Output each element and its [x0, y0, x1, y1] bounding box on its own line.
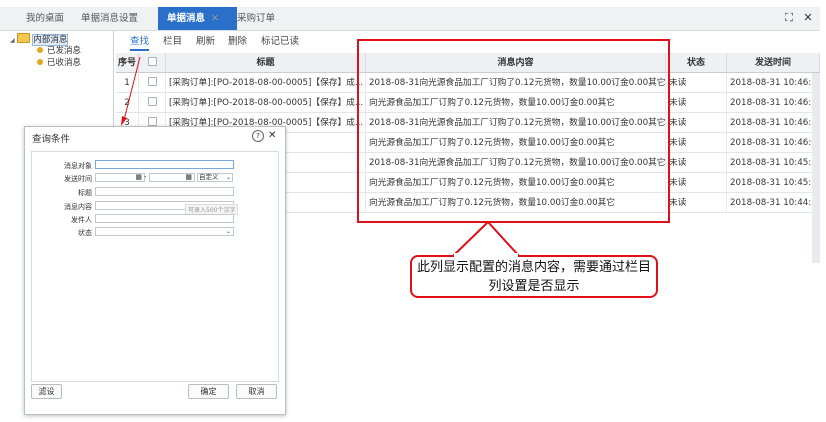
field-label-title: 标题 — [78, 189, 92, 197]
start-date-input[interactable]: ▦ — [95, 173, 145, 182]
calendar-icon[interactable]: ▦ — [185, 173, 192, 181]
query-dialog: 查询条件 ? ✕ 消息对象 发送时间 ▦ - ▦ 自定义 ⌄ 标题 消息内容 可录… — [24, 126, 286, 415]
dialog-form-area — [31, 151, 279, 382]
close-icon[interactable]: ✕ — [268, 130, 276, 141]
target-input[interactable] — [95, 160, 234, 169]
field-label-target: 消息对象 — [64, 162, 92, 170]
end-date-input[interactable]: ▦ — [149, 173, 195, 182]
annotation-callout: 此列显示配置的消息内容，需要通过栏目列设置是否显示 — [410, 255, 658, 298]
pointer-arrowhead — [121, 116, 127, 126]
field-label-content: 消息内容 — [64, 203, 92, 211]
status-select[interactable]: ⌄ — [95, 227, 234, 236]
calendar-icon[interactable]: ▦ — [135, 173, 142, 181]
chevron-down-icon: ⌄ — [225, 228, 231, 235]
callout-tail — [451, 221, 521, 258]
pointer-line — [123, 56, 141, 121]
ok-button[interactable]: 确定 — [188, 384, 229, 399]
callout-tail-mask — [454, 253, 518, 257]
field-label-sender: 发件人 — [71, 216, 92, 224]
sender-input[interactable] — [95, 214, 234, 223]
filter-settings-button[interactable]: 滤设 — [31, 384, 62, 399]
date-mode-select[interactable]: 自定义 ⌄ — [197, 173, 233, 182]
field-label-send-time: 发送时间 — [64, 175, 92, 183]
date-separator: - — [144, 173, 147, 181]
chevron-down-icon: ⌄ — [225, 174, 231, 181]
date-mode-value: 自定义 — [199, 173, 219, 181]
dialog-title: 查询条件 — [32, 134, 71, 145]
title-input[interactable] — [95, 187, 234, 196]
help-icon[interactable]: ? — [252, 130, 264, 142]
cancel-button[interactable]: 取消 — [236, 384, 277, 399]
field-label-status: 状态 — [78, 229, 92, 237]
